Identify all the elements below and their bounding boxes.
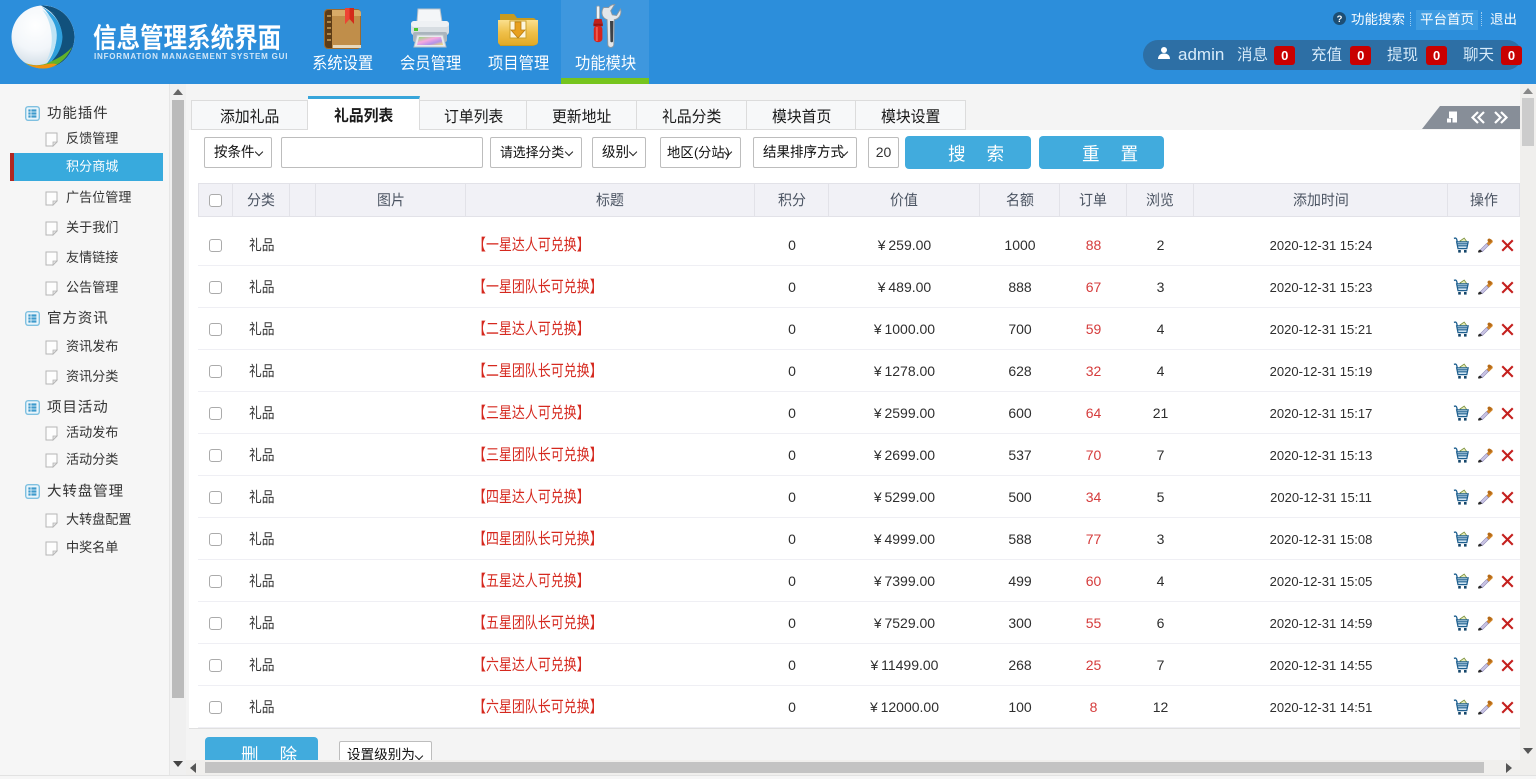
svg-text:?: ? xyxy=(1337,14,1343,25)
